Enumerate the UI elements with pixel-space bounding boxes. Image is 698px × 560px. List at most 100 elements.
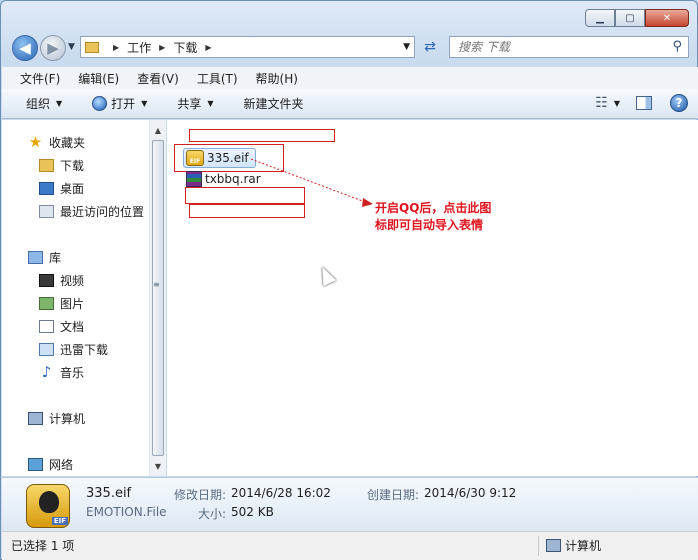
close-button[interactable]: ✕ — [645, 9, 689, 27]
selection-count: 已选择 1 项 — [11, 539, 75, 553]
status-bar: 已选择 1 项 计算机 — [2, 531, 698, 560]
file-item-txbbq-rar[interactable]: txbbq.rar — [186, 171, 261, 187]
view-options-icon[interactable]: ☷ — [595, 95, 608, 111]
address-bar[interactable]: ▶ 工作 ▶ 下载 ▶ ▼ — [80, 36, 415, 58]
sidebar-item-label: 文档 — [60, 320, 85, 334]
scroll-up-button[interactable]: ▲ — [150, 122, 166, 138]
file-item-335-eif[interactable]: EIF 335.eif — [183, 148, 256, 168]
sidebar-item-label: 最近访问的位置 — [60, 205, 145, 219]
network-icon — [28, 458, 43, 471]
size-value: 502 KB — [231, 505, 274, 519]
help-icon[interactable]: ? — [670, 94, 688, 112]
menu-edit[interactable]: 编辑(E) — [78, 70, 119, 87]
sidebar-item-recent[interactable]: 最近访问的位置 — [39, 203, 144, 220]
chevron-down-icon[interactable]: ▼ — [614, 99, 620, 108]
highlight-box — [189, 204, 305, 218]
sidebar-item-libraries[interactable]: 库 — [28, 249, 61, 266]
breadcrumb-separator[interactable]: ▶ — [113, 43, 119, 52]
sidebar-item-computer[interactable]: 计算机 — [28, 410, 85, 427]
picture-icon — [39, 297, 54, 310]
sidebar-item-label: 库 — [49, 251, 62, 265]
refresh-button[interactable]: ⇄ — [419, 36, 441, 58]
menu-view[interactable]: 查看(V) — [137, 70, 179, 87]
refresh-icon: ⇄ — [424, 39, 436, 55]
status-location: 计算机 — [546, 537, 601, 554]
sidebar-item-label: 图片 — [60, 297, 85, 311]
highlight-box — [189, 129, 335, 142]
maximize-button[interactable]: ▢ — [615, 9, 645, 27]
new-folder-label: 新建文件夹 — [243, 97, 304, 111]
computer-icon — [28, 412, 43, 425]
preview-pane-icon[interactable] — [636, 96, 652, 110]
chevron-down-icon: ▼ — [56, 99, 63, 108]
sidebar-item-label: 收藏夹 — [49, 136, 86, 150]
folder-icon — [39, 159, 54, 172]
sidebar-item-documents[interactable]: 文档 — [39, 318, 84, 335]
sidebar-item-label: 桌面 — [60, 182, 85, 196]
breadcrumb-downloads[interactable]: 下载 — [173, 39, 197, 56]
sidebar-item-label: 音乐 — [60, 366, 85, 380]
organize-button[interactable]: 组织 ▼ — [26, 95, 62, 112]
thunder-download-icon — [39, 343, 54, 356]
modified-value: 2014/6/28 16:02 — [231, 486, 331, 500]
menu-bar: 文件(F) 编辑(E) 查看(V) 工具(T) 帮助(H) — [2, 67, 698, 89]
sidebar-item-label: 迅雷下载 — [60, 343, 109, 357]
sidebar-item-pictures[interactable]: 图片 — [39, 295, 84, 312]
sidebar-item-videos[interactable]: 视频 — [39, 272, 84, 289]
chevron-down-icon: ▼ — [141, 99, 148, 108]
navigation-scrollbar[interactable]: ▲ ≡ ▼ — [149, 120, 166, 476]
arrow-head — [362, 198, 373, 207]
forward-button[interactable]: ▶ — [40, 35, 66, 61]
menu-tools[interactable]: 工具(T) — [197, 70, 238, 87]
menu-help[interactable]: 帮助(H) — [256, 70, 298, 87]
breadcrumb-separator[interactable]: ▶ — [159, 43, 165, 52]
share-label: 共享 — [177, 97, 202, 111]
desktop-icon — [39, 182, 54, 195]
sidebar-item-label: 视频 — [60, 274, 85, 288]
arrow-right-icon: ▶ — [47, 39, 59, 57]
sidebar-item-favorites[interactable]: ★ 收藏夹 — [28, 134, 85, 151]
breadcrumb-separator[interactable]: ▶ — [205, 43, 211, 52]
search-input[interactable] — [458, 40, 658, 54]
sidebar-item-downloads[interactable]: 下载 — [39, 157, 84, 174]
recent-places-icon — [39, 205, 54, 218]
grip-icon: ≡ — [153, 280, 160, 289]
open-button[interactable]: 打开 ▼ — [92, 95, 147, 112]
details-filetype: EMOTION.File — [86, 505, 167, 519]
mouse-cursor-icon — [315, 263, 337, 287]
share-button[interactable]: 共享 ▼ — [177, 95, 213, 112]
navigation-pane: ★ 收藏夹 下载 桌面 最近访问的位置 库 视频 图片 文档 迅雷下载 ♪ 音乐… — [2, 120, 166, 476]
emotion-file-icon: EIF — [186, 150, 204, 166]
sidebar-item-music[interactable]: ♪ 音乐 — [39, 364, 84, 381]
status-location-label: 计算机 — [565, 539, 602, 553]
scrollbar-thumb[interactable] — [152, 140, 164, 456]
minimize-button[interactable]: ▁ — [585, 9, 615, 27]
command-bar: 组织 ▼ 打开 ▼ 共享 ▼ 新建文件夹 ☷ ▼ ? — [2, 89, 698, 119]
arrow-left-icon: ◀ — [19, 39, 31, 57]
scroll-down-button[interactable]: ▼ — [150, 458, 166, 474]
star-icon: ★ — [28, 133, 43, 151]
sidebar-item-thunder[interactable]: 迅雷下载 — [39, 341, 108, 358]
open-with-icon — [92, 96, 108, 111]
recent-pages-dropdown[interactable]: ▼ — [68, 42, 75, 52]
file-name: 335.eif — [207, 151, 249, 165]
annotation-line-2: 标即可自动导入表情 — [375, 218, 484, 232]
library-icon — [28, 251, 43, 264]
video-icon — [39, 274, 54, 287]
menu-file[interactable]: 文件(F) — [20, 70, 60, 87]
new-folder-button[interactable]: 新建文件夹 — [244, 95, 304, 112]
annotation-note: 开启QQ后，点击此图 标即可自动导入表情 — [375, 200, 507, 286]
sidebar-item-label: 网络 — [49, 458, 74, 472]
open-label: 打开 — [111, 97, 136, 111]
file-name: txbbq.rar — [205, 172, 261, 186]
address-dropdown[interactable]: ▼ — [403, 42, 410, 52]
breadcrumb-work[interactable]: 工作 — [127, 39, 151, 56]
chevron-down-icon: ▼ — [68, 42, 75, 52]
document-icon — [39, 320, 54, 333]
sidebar-item-network[interactable]: 网络 — [28, 456, 73, 473]
search-box[interactable]: ⚲ — [449, 36, 689, 58]
sidebar-item-desktop[interactable]: 桌面 — [39, 180, 84, 197]
back-button[interactable]: ◀ — [12, 35, 38, 61]
winrar-archive-icon — [186, 171, 202, 187]
search-icon[interactable]: ⚲ — [672, 39, 682, 54]
